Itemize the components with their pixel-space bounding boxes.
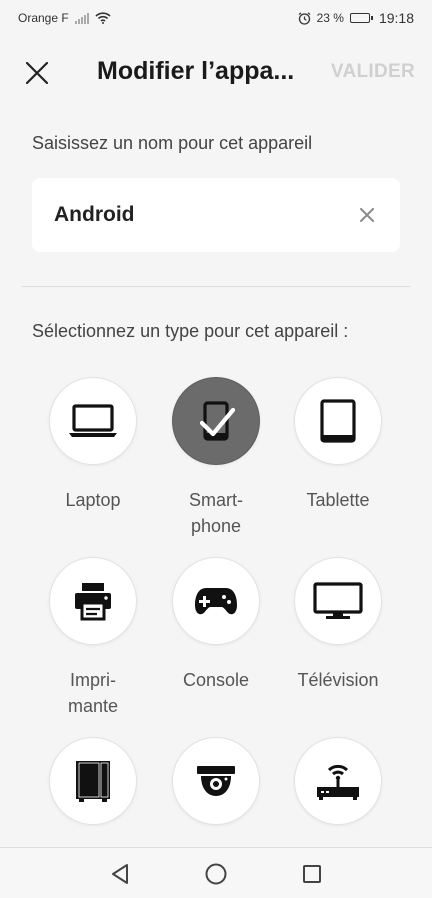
nav-back-button[interactable]	[108, 862, 132, 886]
type-prompt: Sélectionnez un type pour cet appareil :	[32, 321, 349, 341]
wifi-icon	[95, 12, 111, 24]
device-label: Smart- phone	[189, 490, 243, 536]
validate-button[interactable]: VALIDER	[331, 61, 415, 83]
app-bar: Modifier l’appa... VALIDER	[0, 44, 432, 100]
status-time: 19:18	[378, 10, 414, 26]
device-type-printer[interactable]: Impri- mante	[38, 557, 148, 719]
system-nav-bar	[0, 847, 432, 898]
device-circle[interactable]	[172, 377, 260, 465]
device-type-television[interactable]: Télévision	[283, 557, 393, 693]
router-icon	[317, 764, 359, 800]
camera-icon	[197, 766, 235, 796]
device-circle[interactable]	[294, 737, 382, 825]
device-circle[interactable]	[49, 377, 137, 465]
device-name-field[interactable]: Android	[32, 178, 400, 252]
recents-icon	[303, 865, 321, 883]
device-circle[interactable]	[49, 557, 137, 645]
battery-icon	[349, 13, 373, 23]
tv-icon	[313, 582, 363, 619]
device-label: Télévision	[297, 670, 379, 690]
alarm-icon	[298, 11, 310, 25]
device-name-value[interactable]: Android	[54, 203, 356, 227]
page-title: Modifier l’appa...	[97, 57, 295, 85]
tablet-icon	[320, 399, 356, 443]
device-circle[interactable]	[172, 557, 260, 645]
device-label: Console	[182, 670, 250, 690]
status-right: 23 % 19:18	[298, 10, 414, 26]
nav-home-button[interactable]	[204, 862, 228, 886]
device-label: Tablette	[306, 490, 370, 510]
home-icon	[205, 863, 227, 885]
gamepad-icon	[195, 588, 237, 615]
battery-percent: 23 %	[316, 11, 344, 25]
device-circle[interactable]	[49, 737, 137, 825]
clear-icon	[360, 208, 374, 222]
device-type-server[interactable]	[38, 737, 148, 847]
clear-button[interactable]	[356, 204, 378, 226]
device-circle[interactable]	[294, 377, 382, 465]
device-type-tablet[interactable]: Tablette	[283, 377, 393, 513]
device-circle[interactable]	[172, 737, 260, 825]
close-icon	[26, 62, 48, 84]
carrier-name: Orange F	[18, 11, 69, 25]
device-type-smartphone[interactable]: Smart- phone	[161, 377, 271, 539]
status-bar: Orange F 23 % 19:18	[0, 0, 432, 36]
signal-icon	[74, 12, 89, 24]
device-type-router[interactable]	[283, 737, 393, 847]
device-label: Laptop	[65, 490, 121, 510]
divider	[22, 286, 410, 287]
check-icon	[199, 407, 236, 437]
back-icon	[112, 864, 128, 884]
laptop-icon	[69, 404, 117, 437]
device-circle[interactable]	[294, 557, 382, 645]
status-left: Orange F	[18, 11, 111, 25]
device-type-camera[interactable]	[161, 737, 271, 847]
printer-icon	[75, 583, 111, 621]
device-type-laptop[interactable]: Laptop	[38, 377, 148, 513]
name-prompt: Saisissez un nom pour cet appareil	[32, 133, 313, 153]
nav-recents-button[interactable]	[300, 862, 324, 886]
device-label: Impri- mante	[67, 670, 119, 716]
device-type-console[interactable]: Console	[161, 557, 271, 693]
close-button[interactable]	[20, 58, 54, 88]
server-icon	[76, 761, 110, 802]
